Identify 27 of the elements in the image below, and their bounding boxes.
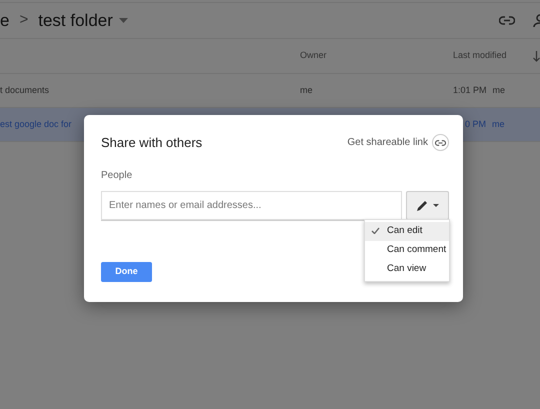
modified-time: 1:01 PM: [453, 84, 487, 97]
caret-icon: [433, 204, 440, 207]
dialog-title: Share with others: [101, 134, 202, 152]
person-icon[interactable]: [533, 14, 540, 28]
people-label: People: [101, 169, 134, 183]
check-icon: [371, 227, 380, 234]
modified-by: me: [492, 118, 505, 131]
done-button[interactable]: Done: [101, 262, 152, 282]
link-icon[interactable]: [499, 16, 515, 25]
file-name[interactable]: t documents: [0, 84, 50, 95]
email-input-field[interactable]: Enter names or email addresses...: [101, 191, 402, 220]
dropdown-caret-icon[interactable]: [118, 18, 128, 23]
modified-time: 0 PM: [465, 118, 486, 131]
breadcrumb-item[interactable]: e: [0, 8, 10, 34]
menu-item[interactable]: Can view: [365, 260, 449, 279]
shareable-link[interactable]: Get shareable link: [347, 135, 428, 150]
breadcrumb-separator: >: [19, 10, 28, 30]
sort-arrow-icon[interactable]: [533, 50, 540, 62]
owner-cell: me: [300, 84, 313, 95]
column-header[interactable]: Last modified: [453, 49, 507, 63]
menu-item[interactable]: Can edit: [365, 222, 449, 241]
breadcrumb-item[interactable]: test folder: [38, 8, 113, 34]
menu-item[interactable]: Can comment: [365, 241, 449, 260]
permission-button[interactable]: [406, 191, 449, 220]
pencil-icon: [416, 199, 430, 212]
modified-by: me: [492, 84, 506, 97]
column-header[interactable]: Owner: [300, 50, 327, 60]
